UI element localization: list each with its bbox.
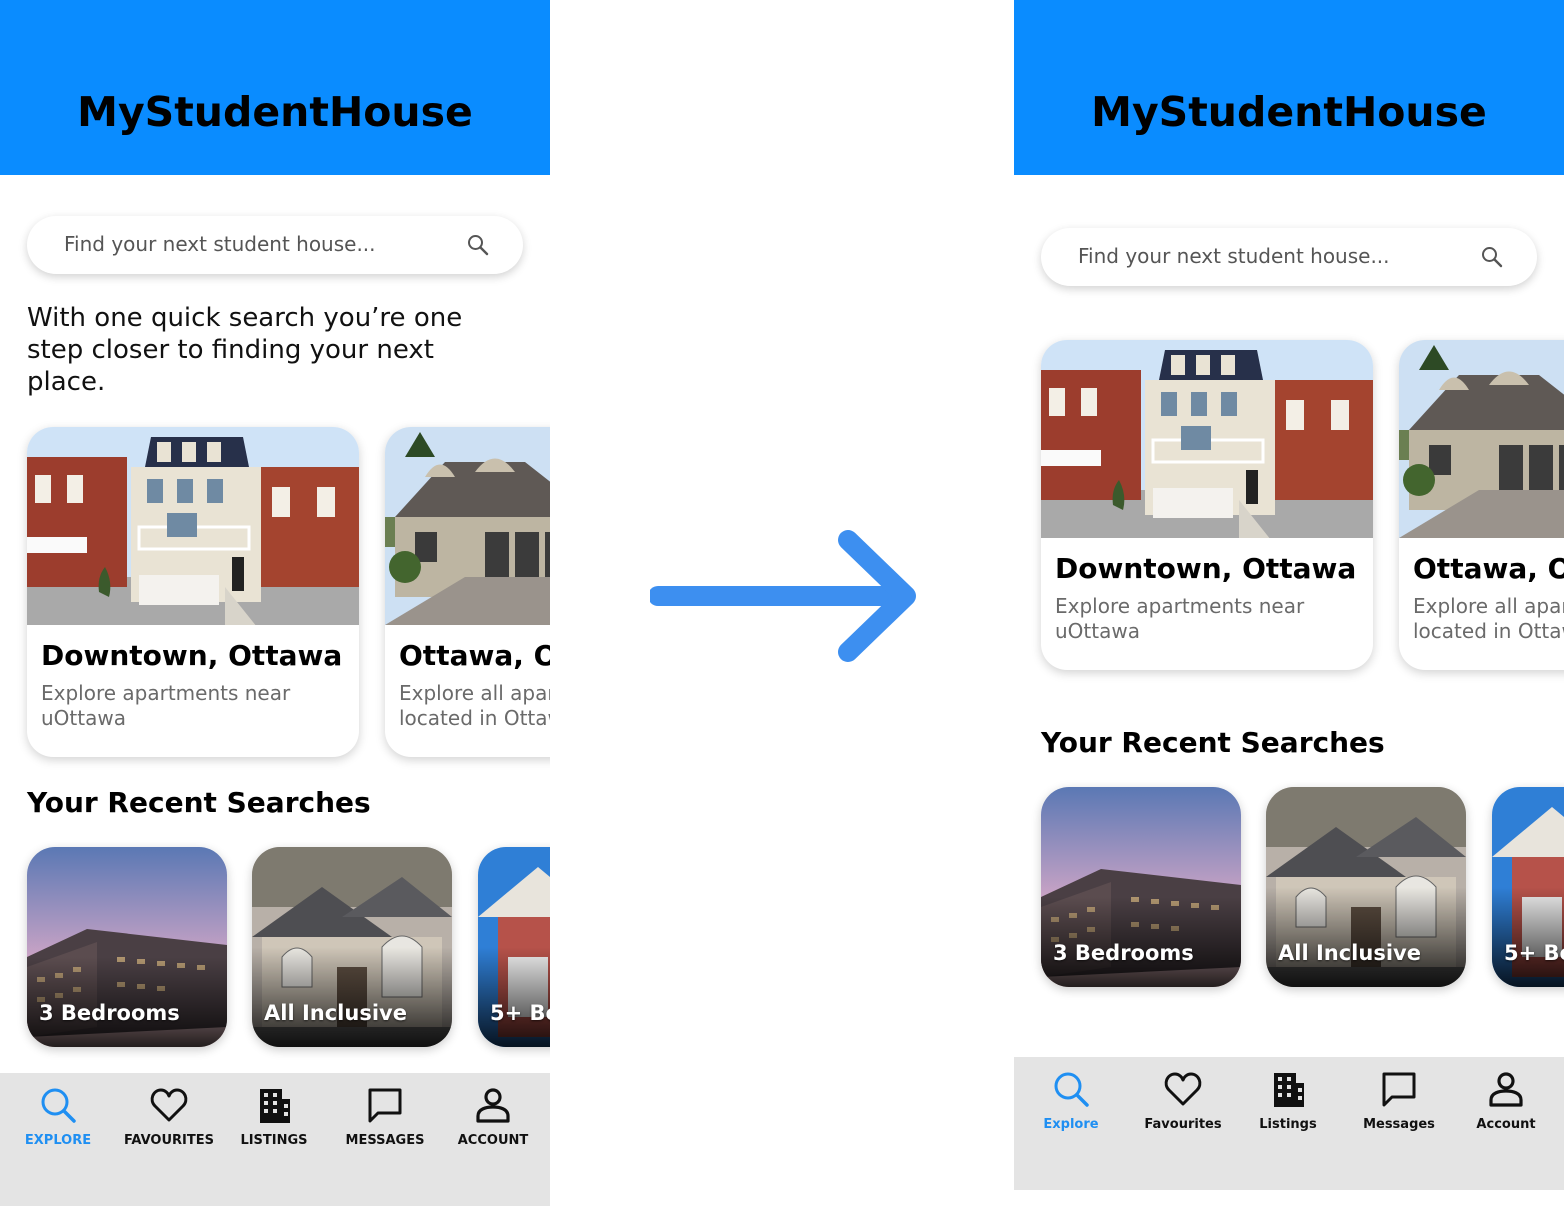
house-photo [1399,340,1564,538]
featured-card-description: Explore apartments near uOttawa [1055,594,1305,643]
bottom-nav: EXPLORE FAVOURITES LISTINGS MESSAGES ACC… [0,1073,550,1206]
nav-label: Account [1476,1117,1536,1132]
heart-icon [1164,1072,1202,1106]
recent-search-tile[interactable]: All Inclusive [1266,787,1466,987]
featured-card[interactable]: Downtown, Ottawa Explore apartments near… [1041,340,1373,670]
recent-search-label: All Inclusive [264,1001,407,1025]
nav-favourites[interactable]: FAVOURITES [114,1085,224,1148]
recent-search-label: 5+ Bedrooms [490,1001,550,1025]
app-title: MyStudentHouse [77,88,473,136]
message-icon [1382,1072,1416,1107]
nav-label: Favourites [1144,1117,1222,1132]
featured-card-description: Explore all apartments located in Ottawa [399,681,550,730]
app-header: MyStudentHouse [0,0,550,175]
recent-searches-heading: Your Recent Searches [27,786,371,819]
bottom-nav: Explore Favourites Listings Messages Acc… [1014,1057,1564,1190]
nav-label: ACCOUNT [457,1133,529,1148]
tagline: With one quick search you’re one step cl… [27,303,463,397]
house-photo [1041,340,1373,538]
nav-listings[interactable]: LISTINGS [219,1085,329,1148]
featured-card-title: Downtown, Ottawa [1055,552,1357,585]
recent-search-tile[interactable]: All Inclusive [252,847,452,1047]
nav-label: LISTINGS [240,1133,308,1148]
screen-after: MyStudentHouse Find your next student ho… [1014,0,1564,1190]
building-icon [260,1089,290,1123]
search-icon [1054,1072,1089,1107]
nav-messages[interactable]: MESSAGES [330,1085,440,1148]
recent-search-tile[interactable]: 5+ Bedrooms [1492,787,1564,987]
featured-card[interactable]: Downtown, Ottawa Explore apartments near… [27,427,359,757]
recent-search-label: All Inclusive [1278,941,1421,965]
search-icon [41,1088,76,1123]
recent-search-label: 3 Bedrooms [1053,941,1194,965]
featured-card-description: Explore apartments near uOttawa [41,681,291,730]
app-title: MyStudentHouse [1091,88,1487,136]
nav-label: Listings [1259,1117,1317,1132]
featured-card-title: Downtown, Ottawa [41,639,343,672]
person-icon [476,1088,510,1123]
message-icon [368,1088,402,1123]
screen-before: MyStudentHouse Find your next student ho… [0,0,550,1206]
search-bar[interactable]: Find your next student house... [27,216,523,274]
nav-messages[interactable]: Messages [1344,1069,1454,1132]
recent-search-tile[interactable]: 5+ Bedrooms [478,847,550,1047]
featured-card-title: Ottawa, ON [399,639,550,672]
search-input[interactable]: Find your next student house... [1078,244,1390,268]
nav-label: FAVOURITES [124,1133,214,1148]
search-icon[interactable] [1480,245,1504,269]
nav-account[interactable]: Account [1451,1069,1561,1132]
nav-label: MESSAGES [345,1133,425,1148]
recent-searches-heading: Your Recent Searches [1041,726,1385,759]
search-input[interactable]: Find your next student house... [64,232,376,256]
recent-search-tile[interactable]: 3 Bedrooms [27,847,227,1047]
recent-search-label: 5+ Bedrooms [1504,941,1564,965]
featured-card[interactable]: Ottawa, ON Explore all apartments locate… [1399,340,1564,670]
person-icon [1489,1072,1523,1107]
nav-account[interactable]: ACCOUNT [438,1085,548,1148]
featured-card-description: Explore all apartments located in Ottawa [1413,594,1564,643]
nav-explore[interactable]: EXPLORE [3,1085,113,1148]
house-photo [385,427,550,625]
nav-label: EXPLORE [24,1133,92,1148]
right-arrow-icon [650,530,916,662]
nav-favourites[interactable]: Favourites [1128,1069,1238,1132]
nav-label: Explore [1043,1117,1099,1132]
search-icon[interactable] [466,233,490,257]
featured-card[interactable]: Ottawa, ON Explore all apartments locate… [385,427,550,757]
search-bar[interactable]: Find your next student house... [1041,228,1537,286]
recent-search-label: 3 Bedrooms [39,1001,180,1025]
heart-icon [150,1088,188,1122]
app-header: MyStudentHouse [1014,0,1564,175]
building-icon [1274,1073,1304,1107]
house-photo [27,427,359,625]
nav-listings[interactable]: Listings [1233,1069,1343,1132]
nav-explore[interactable]: Explore [1016,1069,1126,1132]
featured-card-title: Ottawa, ON [1413,552,1564,585]
recent-search-tile[interactable]: 3 Bedrooms [1041,787,1241,987]
nav-label: Messages [1363,1117,1435,1132]
